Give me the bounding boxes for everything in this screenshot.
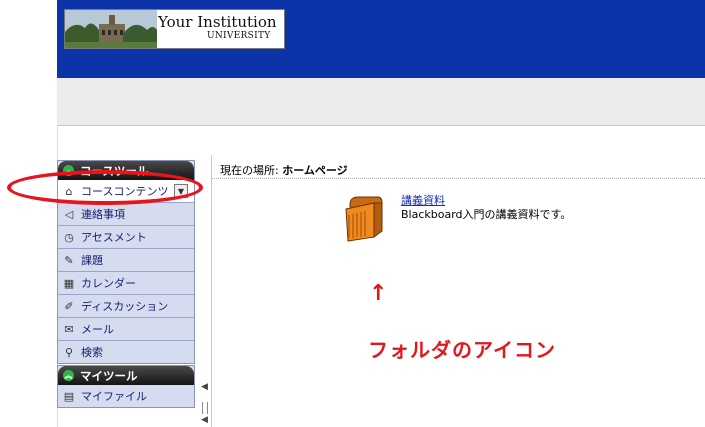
menu-item-search[interactable]: ⚲ 検索: [58, 341, 194, 363]
annotation-arrow: ↑: [369, 281, 388, 306]
collapse-sidebar-arrow-icon[interactable]: ◀: [201, 415, 208, 425]
folder-description: Blackboard入門の講義資料です。: [401, 208, 572, 221]
menu-item-discussion[interactable]: ✐ ディスカッション: [58, 295, 194, 318]
institution-subtitle: UNIVERSITY: [207, 31, 271, 41]
menu-item-announcements[interactable]: ◁ 連絡事項: [58, 203, 194, 226]
megaphone-icon: ◁: [64, 207, 74, 221]
breadcrumb: 現在の場所: ホームページ: [220, 162, 348, 178]
menu-item-label: ディスカッション: [81, 300, 169, 313]
my-tools-header[interactable]: ︽ マイツール: [58, 366, 194, 385]
navigation-bar: [57, 78, 705, 126]
menu-item-assignments[interactable]: ✎ 課題: [58, 249, 194, 272]
left-gutter: [0, 0, 57, 427]
assignment-icon: ✎: [64, 253, 74, 267]
calendar-icon: ▦: [63, 276, 75, 290]
highlight-ellipse: [7, 170, 203, 205]
breadcrumb-prefix: 現在の場所:: [220, 164, 283, 177]
campus-building-image: [65, 10, 157, 48]
file-cabinet-icon: ▤: [63, 389, 75, 403]
menu-item-label: カレンダー: [81, 277, 136, 290]
institution-logo[interactable]: Your Institution UNIVERSITY: [64, 9, 285, 49]
menu-item-label: メール: [81, 323, 114, 336]
menu-item-label: 連絡事項: [81, 208, 125, 221]
my-tools-panel: ︽ マイツール ▤ マイファイル: [57, 365, 195, 408]
collapse-chevron-icon[interactable]: ︽: [63, 370, 74, 381]
menu-item-my-files[interactable]: ▤ マイファイル: [58, 385, 194, 407]
assessment-icon: ◷: [64, 230, 74, 244]
menu-item-assessments[interactable]: ◷ アセスメント: [58, 226, 194, 249]
menu-item-label: マイファイル: [81, 390, 147, 403]
sidebar-resize-handle[interactable]: [202, 402, 208, 414]
menu-item-label: 検索: [81, 346, 103, 359]
menu-item-label: 課題: [81, 254, 103, 267]
folder-icon[interactable]: [344, 195, 384, 243]
mail-icon: ✉: [64, 322, 74, 336]
menu-item-calendar[interactable]: ▦ カレンダー: [58, 272, 194, 295]
my-tools-title: マイツール: [80, 368, 138, 383]
menu-item-label: アセスメント: [81, 231, 147, 244]
menu-item-mail[interactable]: ✉ メール: [58, 318, 194, 341]
breadcrumb-current[interactable]: ホームページ: [282, 164, 347, 177]
institution-name: Your Institution: [158, 13, 277, 31]
annotation-caption: フォルダのアイコン: [368, 338, 556, 362]
pushpin-icon: ✐: [64, 299, 74, 313]
breadcrumb-underline: [212, 178, 705, 179]
content-divider: [211, 155, 212, 427]
search-icon: ⚲: [64, 345, 74, 359]
collapse-sidebar-arrow-icon[interactable]: ◀: [201, 382, 208, 392]
